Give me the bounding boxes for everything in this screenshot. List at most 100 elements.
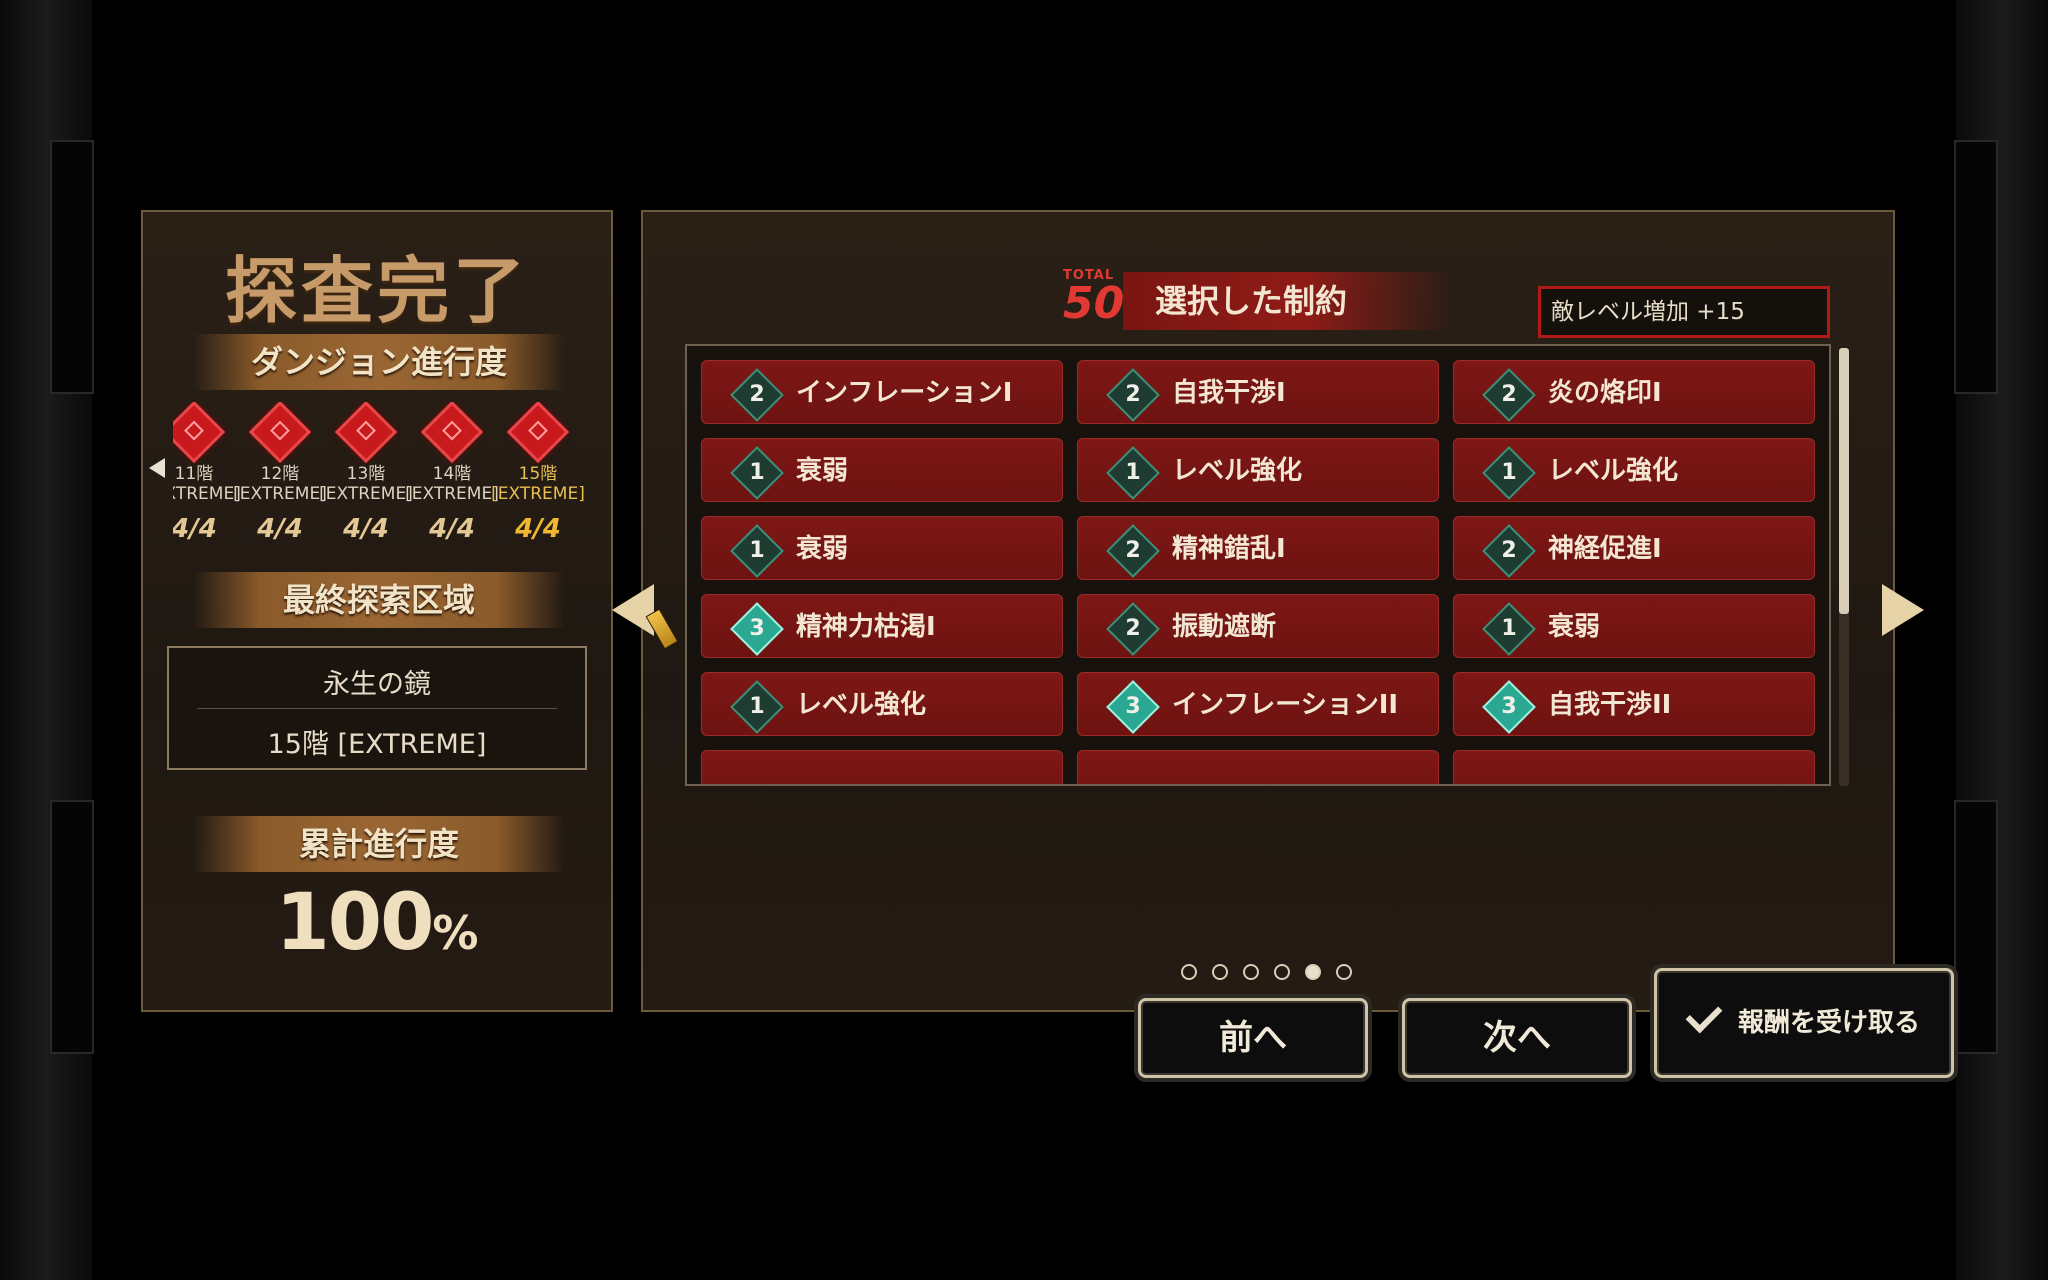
constraint-level: 2 xyxy=(1125,382,1141,407)
total-value: 50 xyxy=(1063,278,1125,329)
constraints-title: 選択した制約 xyxy=(1123,272,1453,330)
scrollbar-thumb[interactable] xyxy=(1839,348,1849,614)
floor-progress-list: 11階[EXTREME]4/412階[EXTREME]4/413階[EXTREM… xyxy=(173,402,593,552)
constraint-card[interactable]: 3 精神力枯渇I xyxy=(701,594,1063,658)
page-dot[interactable] xyxy=(1181,964,1197,980)
constraint-card[interactable]: 1 レベル強化 xyxy=(701,672,1063,736)
constraint-card[interactable]: 2 神経促進I xyxy=(1453,516,1815,580)
constraint-card[interactable]: 1 レベル強化 xyxy=(1077,438,1439,502)
page-dot[interactable] xyxy=(1336,964,1352,980)
constraint-level: 2 xyxy=(1501,382,1517,407)
constraint-card[interactable]: 1 衰弱 xyxy=(701,516,1063,580)
previous-button[interactable]: 前へ xyxy=(1138,998,1368,1078)
floor-name: 12階 xyxy=(260,464,300,484)
constraint-card[interactable]: 3 自我干渉II xyxy=(1453,672,1815,736)
constraint-card[interactable]: 2 炎の烙印I xyxy=(1453,360,1815,424)
floor-item: 11階[EXTREME]4/4 xyxy=(173,402,241,544)
floor-name: 14階 xyxy=(432,464,472,484)
checkmark-icon xyxy=(1685,996,1723,1034)
constraint-level: 1 xyxy=(1125,460,1141,485)
constraint-card-partial[interactable] xyxy=(1077,750,1439,784)
frame-notch xyxy=(50,140,94,394)
constraint-grid[interactable]: 2 インフレーションI 2 自我干渉I 2 炎の烙印I 1 衰弱 1 レベル強化 1 レベル強化 1 衰弱… xyxy=(685,344,1831,786)
constraint-card-partial[interactable] xyxy=(1453,750,1815,784)
constraint-level: 3 xyxy=(1501,694,1517,719)
total-score-badge: TOTAL 50 xyxy=(1063,268,1125,329)
constraint-name: 衰弱 xyxy=(796,534,849,564)
constraint-name: インフレーションII xyxy=(1172,690,1399,720)
floor-difficulty: [EXTREME] xyxy=(491,484,585,504)
exploration-summary-panel: 探査完了 ダンジョン進行度 11階[EXTREME]4/412階[EXTREME… xyxy=(141,210,613,1012)
page-dot[interactable] xyxy=(1305,964,1321,980)
constraint-name: レベル強化 xyxy=(1172,456,1303,486)
constraint-level: 2 xyxy=(1125,538,1141,563)
floor-scroll-left-icon[interactable] xyxy=(149,458,165,478)
enemy-level-indicator: 敵レベル増加 +15 xyxy=(1538,286,1830,338)
constraint-level: 1 xyxy=(749,538,765,563)
floor-difficulty-icon xyxy=(173,402,226,464)
constraint-card[interactable]: 1 レベル強化 xyxy=(1453,438,1815,502)
floor-item: 12階 [EXTREME] 4/4 xyxy=(233,402,327,544)
frame-notch xyxy=(1954,140,1998,394)
cumulative-progress-unit: % xyxy=(432,906,479,960)
constraint-card[interactable]: 1 衰弱 xyxy=(1453,594,1815,658)
right-frame-decoration xyxy=(1954,0,2048,1280)
constraint-card-partial[interactable] xyxy=(701,750,1063,784)
floor-progress: 4/4 xyxy=(429,514,475,544)
constraint-name: インフレーションI xyxy=(796,378,1013,408)
constraint-level: 2 xyxy=(1125,616,1141,641)
floor-progress: 4/4 xyxy=(173,514,217,544)
constraint-level: 3 xyxy=(1125,694,1141,719)
floor-progress: 4/4 xyxy=(515,514,561,544)
constraint-name: 自我干渉II xyxy=(1548,690,1672,720)
constraint-card[interactable]: 2 自我干渉I xyxy=(1077,360,1439,424)
cumulative-progress-number: 100 xyxy=(275,878,435,968)
floor-item: 14階 [EXTREME] 4/4 xyxy=(405,402,499,544)
final-area-floor: 15階 [EXTREME] xyxy=(267,729,487,760)
constraint-name: レベル強化 xyxy=(1548,456,1679,486)
page-dot[interactable] xyxy=(1243,964,1259,980)
final-area-box: 永生の鏡 15階 [EXTREME] xyxy=(167,646,587,770)
constraint-card[interactable]: 1 衰弱 xyxy=(701,438,1063,502)
frame-notch xyxy=(1954,800,1998,1054)
constraint-name: 精神力枯渇I xyxy=(796,612,936,642)
floor-item: 15階 [EXTREME] 4/4 xyxy=(491,402,585,544)
page-dot[interactable] xyxy=(1212,964,1228,980)
constraint-card[interactable]: 3 インフレーションII xyxy=(1077,672,1439,736)
final-area-header: 最終探索区域 xyxy=(193,572,565,628)
constraint-level: 3 xyxy=(749,616,765,641)
dungeon-progress-header: ダンジョン進行度 xyxy=(193,334,565,390)
constraint-card[interactable]: 2 精神錯乱I xyxy=(1077,516,1439,580)
page-title: 探査完了 xyxy=(224,249,529,333)
page-dot[interactable] xyxy=(1274,964,1290,980)
constraint-level: 1 xyxy=(749,460,765,485)
constraint-scrollbar[interactable] xyxy=(1839,348,1849,786)
floor-difficulty-icon xyxy=(334,402,398,464)
claim-reward-button[interactable]: 報酬を受け取る xyxy=(1654,968,1954,1078)
floor-name: 11階 xyxy=(174,464,214,484)
frame-notch xyxy=(50,800,94,1054)
final-area-name: 永生の鏡 xyxy=(323,669,431,700)
floor-item: 13階 [EXTREME] 4/4 xyxy=(319,402,413,544)
floor-name: 13階 xyxy=(346,464,386,484)
constraint-level: 1 xyxy=(1501,460,1517,485)
cumulative-progress-header: 累計進行度 xyxy=(193,816,565,872)
constraint-level: 2 xyxy=(749,382,765,407)
next-page-arrow-icon[interactable] xyxy=(1882,584,1924,636)
constraint-name: 精神錯乱I xyxy=(1172,534,1286,564)
floor-difficulty-icon xyxy=(248,402,312,464)
constraint-card[interactable]: 2 インフレーションI xyxy=(701,360,1063,424)
constraint-card[interactable]: 2 振動遮断 xyxy=(1077,594,1439,658)
divider xyxy=(197,708,557,709)
constraint-level: 1 xyxy=(749,694,765,719)
previous-page-arrow-icon[interactable] xyxy=(612,584,654,636)
constraint-name: レベル強化 xyxy=(796,690,927,720)
constraint-level: 1 xyxy=(1501,616,1517,641)
constraint-name: 自我干渉I xyxy=(1172,378,1286,408)
constraint-name: 神経促進I xyxy=(1548,534,1662,564)
next-button[interactable]: 次へ xyxy=(1402,998,1632,1078)
cumulative-progress-value: 100% xyxy=(143,878,611,968)
constraint-name: 振動遮断 xyxy=(1172,612,1277,642)
constraint-name: 衰弱 xyxy=(796,456,849,486)
floor-progress: 4/4 xyxy=(257,514,303,544)
